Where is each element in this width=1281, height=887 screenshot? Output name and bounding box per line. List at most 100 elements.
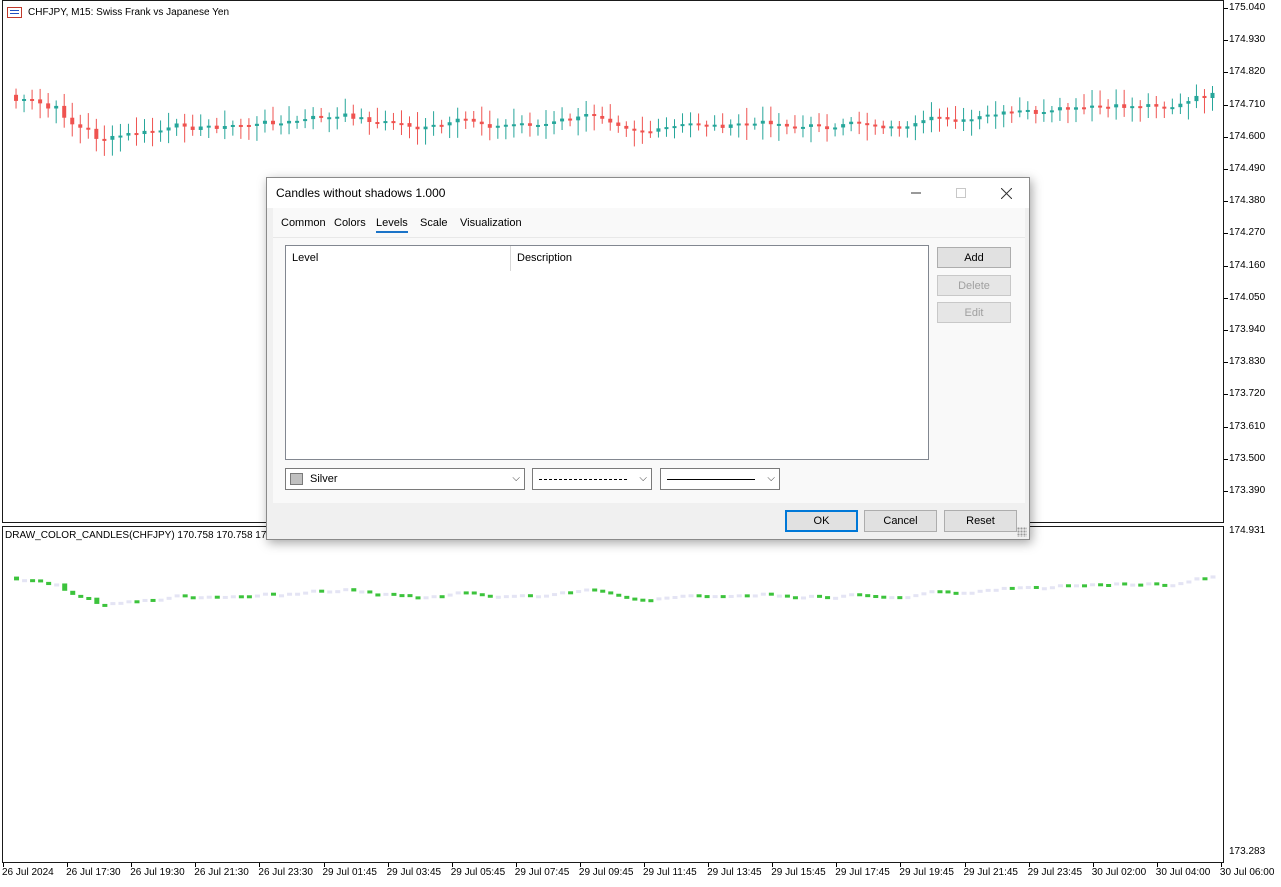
- candle-body: [150, 130, 155, 133]
- indicator-candle-body: [126, 600, 132, 604]
- cancel-button[interactable]: Cancel: [864, 510, 937, 532]
- reset-button[interactable]: Reset: [944, 510, 1017, 532]
- price-label: 175.040: [1229, 2, 1266, 13]
- indicator-candle-body: [295, 592, 301, 596]
- dialog-titlebar[interactable]: Candles without shadows 1.000: [267, 178, 1029, 208]
- indicator-candle-body: [1178, 582, 1184, 586]
- indicator-candle-body: [1001, 586, 1007, 590]
- candle-body: [214, 125, 219, 129]
- indicator-candle-body: [1130, 583, 1136, 587]
- time-label: 26 Jul 17:30: [66, 867, 121, 878]
- indicator-candle-body: [391, 592, 397, 596]
- candle-body: [1098, 105, 1103, 108]
- indicator-candle-body: [720, 595, 726, 599]
- indicator-candle-body: [993, 588, 999, 592]
- indicator-candle-body: [809, 594, 814, 598]
- candle-body: [479, 121, 484, 125]
- time-label: 29 Jul 15:45: [771, 867, 826, 878]
- indicator-candle-body: [327, 590, 333, 594]
- indicator-candle-body: [407, 594, 413, 598]
- price-label: 174.820: [1229, 66, 1266, 78]
- indicator-candle-body: [30, 579, 36, 583]
- terminal-window: CHFJPY, M15: Swiss Frank vs Japanese Yen…: [0, 0, 1281, 887]
- indicator-candle-body: [22, 579, 28, 583]
- candle-body: [784, 123, 789, 127]
- candle-body: [503, 124, 508, 127]
- indicator-candle-body: [857, 593, 863, 597]
- candle-body: [969, 119, 974, 122]
- level-color-select[interactable]: Silver ⌵: [285, 468, 525, 490]
- candle-body: [728, 124, 733, 128]
- tab-colors[interactable]: Colors: [334, 217, 366, 229]
- tab-scale[interactable]: Scale: [420, 217, 448, 229]
- indicator-candle-body: [849, 593, 855, 597]
- indicator-candle-body: [1194, 577, 1200, 581]
- candle-body: [527, 123, 532, 126]
- candle-body: [800, 126, 805, 129]
- candle-body: [1082, 107, 1087, 110]
- indicator-candle-body: [985, 588, 991, 592]
- price-tick: [1224, 394, 1228, 396]
- maximize-button[interactable]: [939, 178, 983, 208]
- indicator-candle-body: [54, 583, 60, 587]
- chevron-down-icon: ⌵: [767, 473, 775, 484]
- candle-body: [14, 94, 19, 101]
- price-label: 173.720: [1229, 388, 1266, 400]
- levels-table[interactable]: Level Description: [285, 245, 929, 460]
- indicator-candle-body: [423, 596, 429, 600]
- delete-level-button[interactable]: Delete: [937, 275, 1011, 296]
- candle-body: [736, 123, 741, 126]
- candle-body: [511, 124, 516, 127]
- candle-body: [295, 120, 300, 123]
- close-icon: [1000, 187, 1012, 199]
- indicator-candle-body: [817, 594, 823, 598]
- candle-body: [343, 113, 348, 117]
- candle-body: [118, 135, 123, 138]
- tab-levels[interactable]: Levels: [376, 217, 408, 233]
- candle-body: [447, 122, 452, 126]
- tab-visualization[interactable]: Visualization: [460, 217, 522, 229]
- time-label: 30 Jul 04:00: [1155, 867, 1211, 878]
- candle-body: [222, 126, 227, 129]
- indicator-candle-body: [953, 591, 959, 595]
- column-header-description[interactable]: Description: [511, 246, 811, 271]
- add-level-button[interactable]: Add: [937, 247, 1011, 268]
- candle-body: [600, 115, 605, 119]
- close-button[interactable]: [984, 178, 1028, 208]
- edit-level-button[interactable]: Edit: [937, 302, 1011, 323]
- candle-body: [688, 123, 693, 126]
- indicator-candle-body: [664, 596, 670, 600]
- candle-body: [399, 123, 404, 126]
- level-width-select[interactable]: ⌵: [660, 468, 780, 490]
- candle-body: [768, 120, 773, 125]
- candle-body: [246, 124, 251, 127]
- indicator-candle-body: [1154, 582, 1160, 586]
- indicator-candle-body: [1041, 587, 1047, 591]
- candle-body: [70, 117, 75, 125]
- candle-body: [238, 124, 243, 127]
- indicator-candle-body: [568, 591, 574, 595]
- tab-common[interactable]: Common: [281, 217, 326, 229]
- candle-body: [656, 128, 661, 132]
- indicator-candle-body: [977, 589, 983, 593]
- ok-button[interactable]: OK: [785, 510, 858, 532]
- minimize-button[interactable]: [894, 178, 938, 208]
- candle-body: [471, 118, 476, 122]
- candle-body: [568, 118, 573, 121]
- candle-body: [519, 123, 524, 126]
- candle-body: [335, 116, 340, 119]
- candle-body: [1009, 111, 1014, 114]
- indicator-candle-body: [584, 588, 590, 592]
- column-header-level[interactable]: Level: [286, 246, 511, 271]
- level-style-select[interactable]: ⌵: [532, 468, 652, 490]
- time-label: 29 Jul 13:45: [707, 867, 762, 878]
- resize-grip[interactable]: [1017, 527, 1027, 537]
- indicator-candle-body: [439, 595, 445, 599]
- indicator-candle-body: [576, 590, 582, 594]
- candle-body: [375, 122, 380, 125]
- candle-body: [230, 124, 235, 127]
- candle-body: [78, 124, 83, 128]
- indicator-candle-body: [1162, 583, 1168, 587]
- price-label: 173.830: [1229, 356, 1266, 368]
- time-label: 26 Jul 19:30: [130, 867, 185, 878]
